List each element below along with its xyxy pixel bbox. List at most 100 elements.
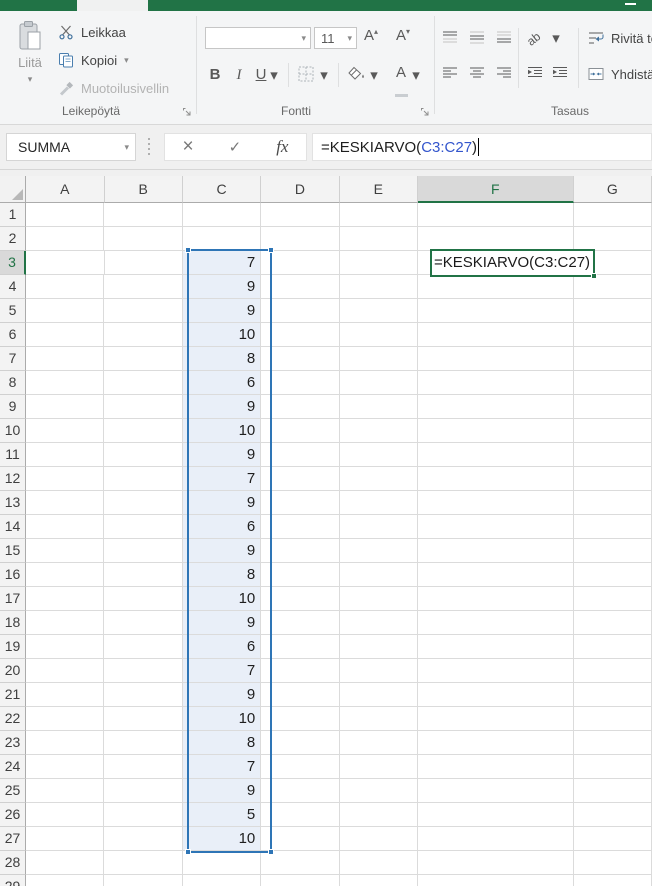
cell-B23[interactable]	[104, 731, 182, 755]
cell-A25[interactable]	[26, 779, 104, 803]
copy-button[interactable]: Kopioi ▾	[58, 50, 129, 70]
orientation-button[interactable]: ab	[527, 31, 540, 46]
cell-B21[interactable]	[104, 683, 182, 707]
cell-D12[interactable]	[261, 467, 339, 491]
row-header-15[interactable]: 15	[0, 539, 26, 563]
row-header-9[interactable]: 9	[0, 395, 26, 419]
decrease-indent-button[interactable]	[527, 66, 545, 81]
row-header-19[interactable]: 19	[0, 635, 26, 659]
formula-input[interactable]: =KESKIARVO(C3:C27)	[312, 133, 652, 161]
cell-E22[interactable]	[340, 707, 418, 731]
align-top-button[interactable]	[442, 30, 460, 45]
cell-F9[interactable]	[418, 395, 574, 419]
cell-C28[interactable]	[183, 851, 261, 875]
cell-B27[interactable]	[104, 827, 182, 851]
row-header-12[interactable]: 12	[0, 467, 26, 491]
cell-F27[interactable]	[418, 827, 574, 851]
cell-D15[interactable]	[261, 539, 339, 563]
cell-B15[interactable]	[104, 539, 182, 563]
cell-B5[interactable]	[104, 299, 182, 323]
insert-function-button[interactable]: fx	[276, 137, 288, 157]
cell-G1[interactable]	[574, 203, 652, 227]
cell-E23[interactable]	[340, 731, 418, 755]
cell-A10[interactable]	[26, 419, 104, 443]
increase-indent-button[interactable]	[552, 66, 570, 81]
cell-F24[interactable]	[418, 755, 574, 779]
cell-A28[interactable]	[26, 851, 104, 875]
cell-F16[interactable]	[418, 563, 574, 587]
cell-D9[interactable]	[261, 395, 339, 419]
cell-A23[interactable]	[26, 731, 104, 755]
row-header-1[interactable]: 1	[0, 203, 26, 227]
row-header-26[interactable]: 26	[0, 803, 26, 827]
cell-B4[interactable]	[104, 275, 182, 299]
cell-F22[interactable]	[418, 707, 574, 731]
cell-D24[interactable]	[261, 755, 339, 779]
active-ribbon-tab-remnant[interactable]	[77, 0, 148, 11]
shrink-font-button[interactable]: A▾	[396, 27, 410, 44]
cell-F15[interactable]	[418, 539, 574, 563]
copy-dropdown-caret[interactable]: ▾	[124, 56, 129, 65]
cell-B10[interactable]	[104, 419, 182, 443]
cell-F21[interactable]	[418, 683, 574, 707]
cell-F23[interactable]	[418, 731, 574, 755]
italic-button[interactable]: I	[228, 63, 250, 87]
cell-A3[interactable]	[26, 251, 104, 275]
cell-F26[interactable]	[418, 803, 574, 827]
row-header-18[interactable]: 18	[0, 611, 26, 635]
cell-E28[interactable]	[340, 851, 418, 875]
cell-B13[interactable]	[104, 491, 182, 515]
cell-D4[interactable]	[261, 275, 339, 299]
cell-G10[interactable]	[574, 419, 652, 443]
cell-E4[interactable]	[340, 275, 418, 299]
row-header-13[interactable]: 13	[0, 491, 26, 515]
cell-A26[interactable]	[26, 803, 104, 827]
cell-B22[interactable]	[104, 707, 182, 731]
cell-F18[interactable]	[418, 611, 574, 635]
format-painter-button[interactable]: Muotoilusivellin	[58, 78, 169, 98]
merge-center-button[interactable]: Yhdistä ja keskitä	[588, 64, 652, 84]
cell-E1[interactable]	[340, 203, 418, 227]
cell-D17[interactable]	[261, 587, 339, 611]
cell-A8[interactable]	[26, 371, 104, 395]
cell-E10[interactable]	[340, 419, 418, 443]
row-header-22[interactable]: 22	[0, 707, 26, 731]
clipboard-dialog-launcher[interactable]	[182, 107, 194, 119]
cell-F6[interactable]	[418, 323, 574, 347]
font-name-combo[interactable]: ▾	[205, 27, 311, 49]
paste-button[interactable]: Liitä ▾	[6, 17, 54, 105]
cell-A21[interactable]	[26, 683, 104, 707]
cell-D3[interactable]	[261, 251, 339, 275]
range-handle-top-left[interactable]	[185, 247, 191, 253]
cell-G18[interactable]	[574, 611, 652, 635]
cell-G6[interactable]	[574, 323, 652, 347]
cell-F20[interactable]	[418, 659, 574, 683]
cell-B9[interactable]	[104, 395, 182, 419]
range-handle-bottom-right[interactable]	[268, 849, 274, 855]
col-header-B[interactable]: B	[105, 176, 183, 203]
cell-A6[interactable]	[26, 323, 104, 347]
cell-B18[interactable]	[104, 611, 182, 635]
formula-bar-drag-handle[interactable]	[148, 138, 150, 155]
row-header-17[interactable]: 17	[0, 587, 26, 611]
row-header-11[interactable]: 11	[0, 443, 26, 467]
cell-A24[interactable]	[26, 755, 104, 779]
cell-G21[interactable]	[574, 683, 652, 707]
cell-D18[interactable]	[261, 611, 339, 635]
wrap-text-button[interactable]: Rivitä teksti	[588, 28, 652, 48]
font-size-combo[interactable]: 11 ▾	[314, 27, 357, 49]
enter-button[interactable]: ✓	[229, 138, 242, 156]
cell-G12[interactable]	[574, 467, 652, 491]
cell-A19[interactable]	[26, 635, 104, 659]
cell-A18[interactable]	[26, 611, 104, 635]
cell-A12[interactable]	[26, 467, 104, 491]
cell-G2[interactable]	[574, 227, 652, 251]
cell-G4[interactable]	[574, 275, 652, 299]
cell-E16[interactable]	[340, 563, 418, 587]
cell-E3[interactable]	[340, 251, 418, 275]
cell-D16[interactable]	[261, 563, 339, 587]
cell-D23[interactable]	[261, 731, 339, 755]
cell-G16[interactable]	[574, 563, 652, 587]
cell-G19[interactable]	[574, 635, 652, 659]
cell-B16[interactable]	[104, 563, 182, 587]
